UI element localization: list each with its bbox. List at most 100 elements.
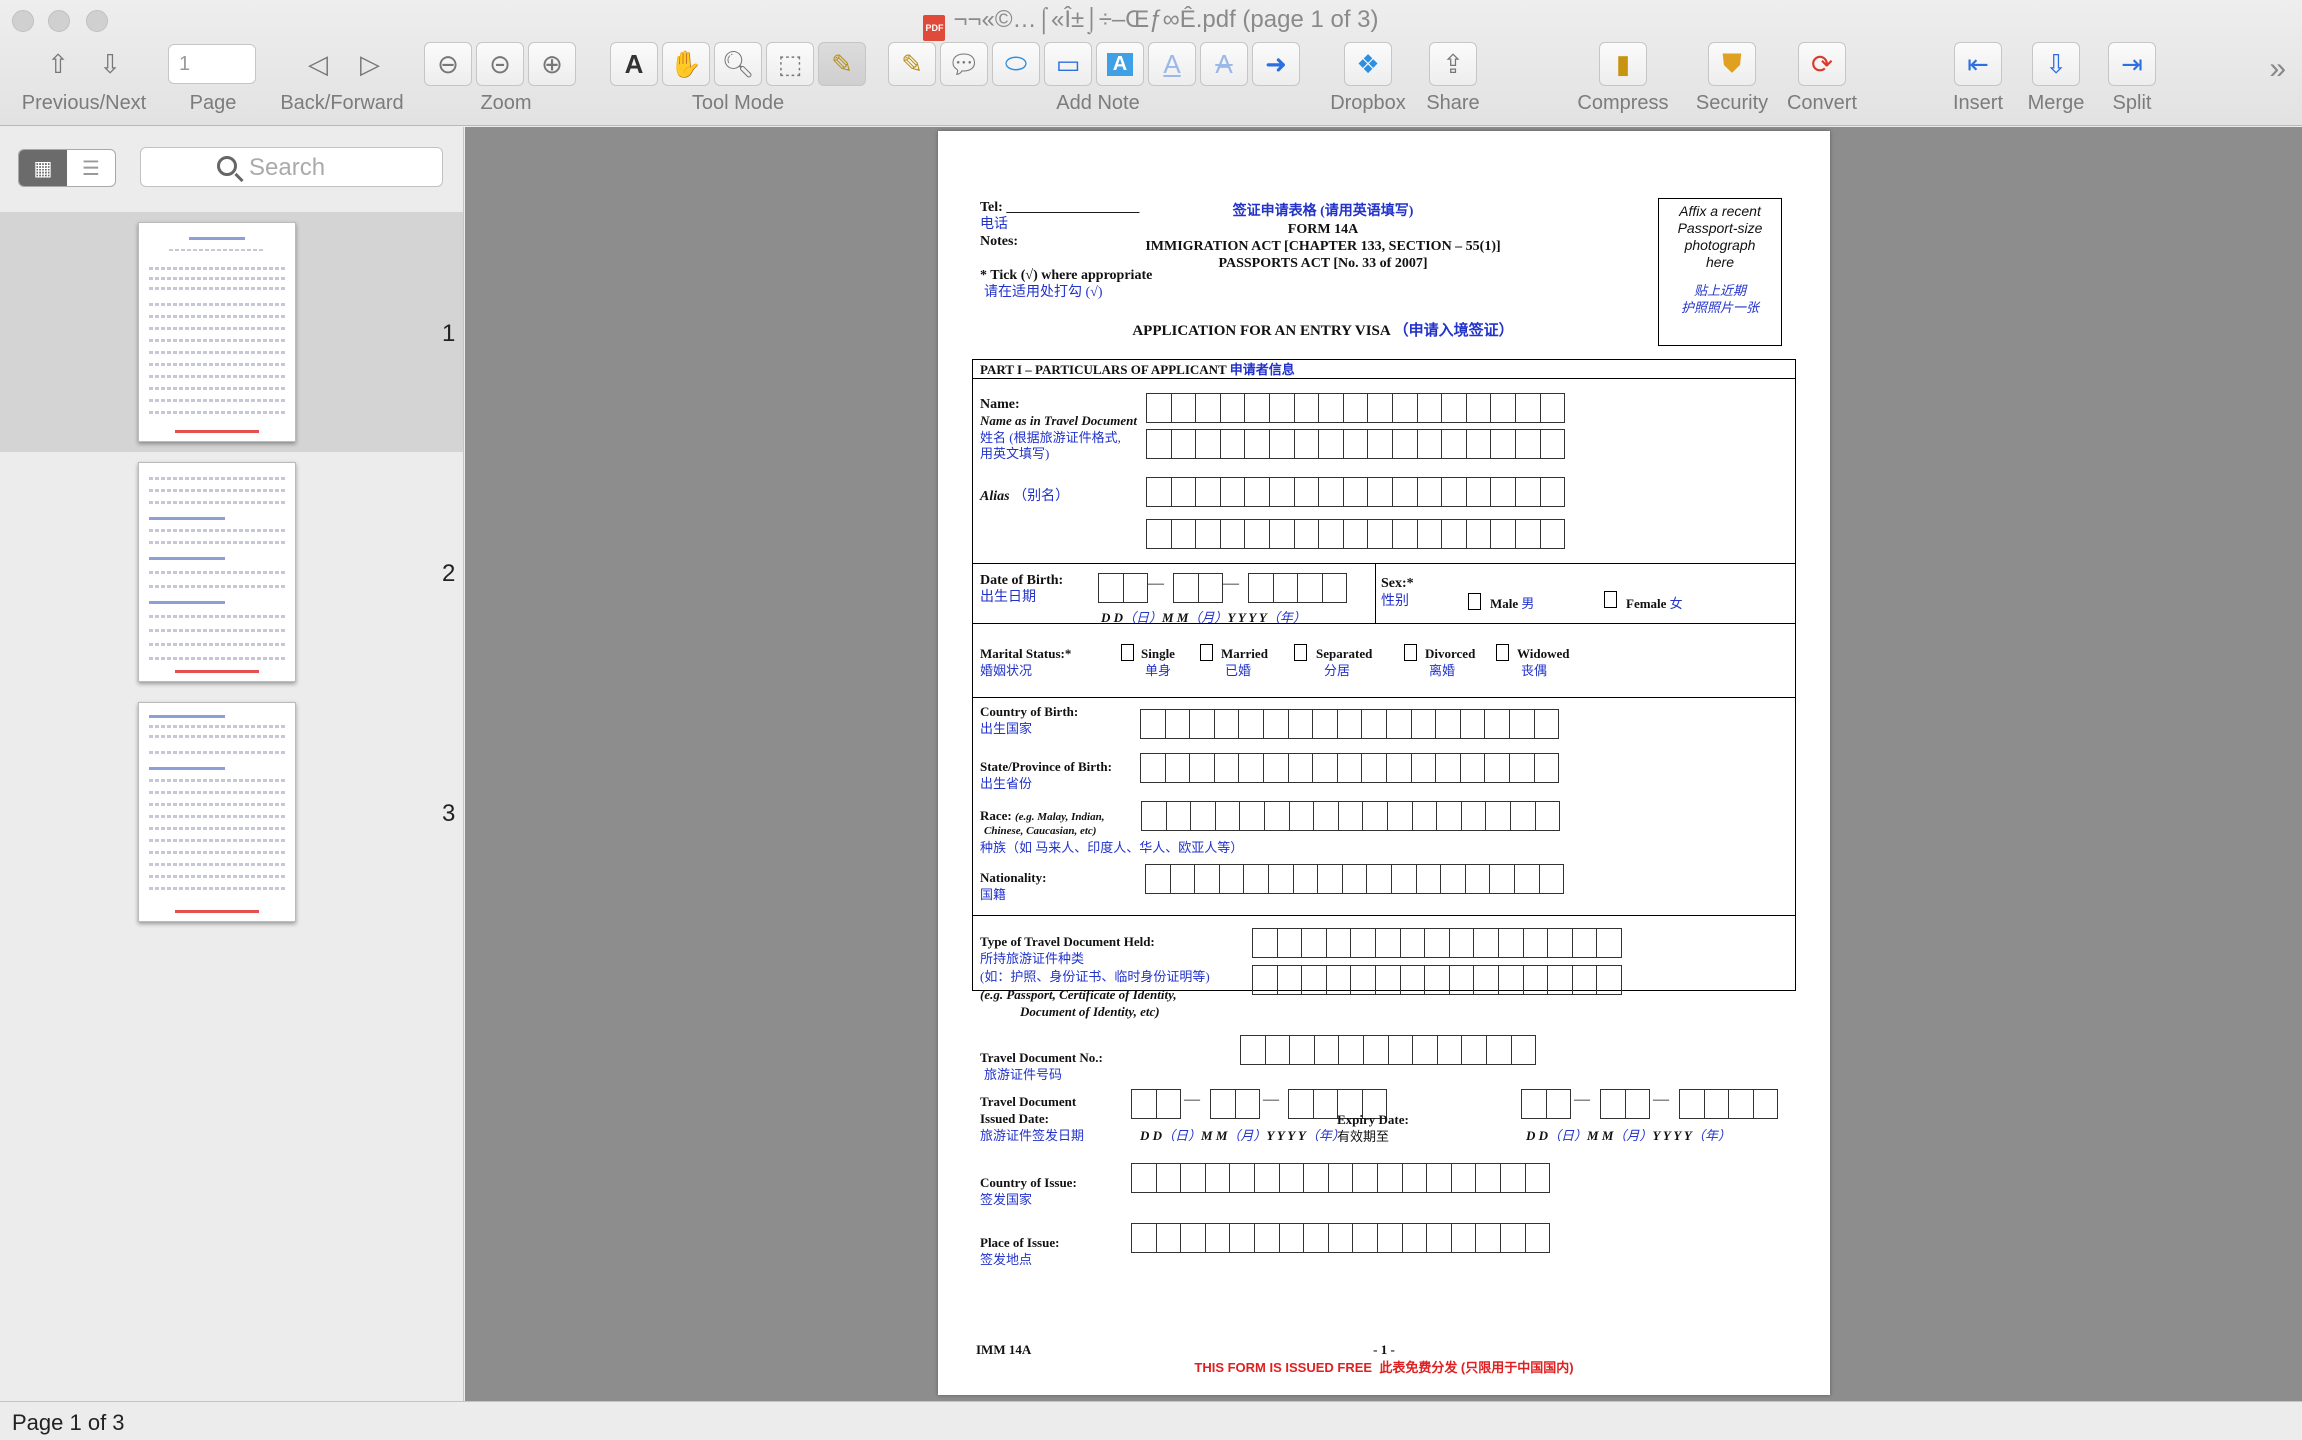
char-box[interactable] — [1415, 864, 1442, 894]
char-box[interactable] — [1131, 1223, 1157, 1253]
char-box[interactable] — [1489, 864, 1515, 894]
char-box[interactable] — [1497, 928, 1524, 958]
char-box[interactable] — [1204, 1163, 1231, 1193]
char-box[interactable] — [1391, 429, 1418, 459]
char-box[interactable] — [1514, 393, 1541, 423]
char-box[interactable] — [1703, 1089, 1730, 1119]
char-box[interactable] — [1252, 965, 1278, 995]
marital-widowed-checkbox[interactable] — [1496, 644, 1509, 661]
merge-button[interactable]: ⇩ — [2032, 42, 2080, 86]
char-box[interactable] — [1239, 801, 1265, 831]
char-box[interactable] — [1361, 709, 1387, 739]
char-box[interactable] — [1367, 429, 1393, 459]
char-box[interactable] — [1521, 1089, 1547, 1119]
char-box[interactable] — [1341, 864, 1368, 894]
char-box[interactable] — [1728, 1089, 1754, 1119]
char-box[interactable] — [1122, 573, 1149, 603]
char-box[interactable] — [1262, 753, 1289, 783]
char-box[interactable] — [1522, 928, 1549, 958]
outline-view-button[interactable]: ☰ — [67, 150, 115, 186]
char-box[interactable] — [1155, 1163, 1182, 1193]
char-box[interactable] — [1401, 1163, 1428, 1193]
char-box[interactable] — [1350, 928, 1376, 958]
char-box[interactable] — [1244, 429, 1270, 459]
char-box[interactable] — [1436, 801, 1462, 831]
marital-divorced-checkbox[interactable] — [1404, 644, 1417, 661]
female-checkbox[interactable] — [1604, 591, 1617, 608]
char-box[interactable] — [1338, 1035, 1364, 1065]
char-box[interactable] — [1361, 753, 1387, 783]
char-box[interactable] — [1173, 573, 1199, 603]
char-box[interactable] — [1165, 801, 1192, 831]
char-box[interactable] — [1229, 1163, 1255, 1193]
dob-year-boxes[interactable] — [1248, 573, 1348, 603]
char-box[interactable] — [1276, 928, 1303, 958]
alias-boxes-line2[interactable] — [1146, 519, 1566, 549]
char-box[interactable] — [1514, 519, 1541, 549]
char-box[interactable] — [1367, 393, 1393, 423]
char-box[interactable] — [1485, 1035, 1512, 1065]
char-box[interactable] — [1509, 801, 1536, 831]
char-box[interactable] — [1426, 1223, 1452, 1253]
zoom-in-button[interactable]: ⊕ — [528, 42, 576, 86]
char-box[interactable] — [1416, 429, 1443, 459]
char-box[interactable] — [1313, 1035, 1340, 1065]
char-box[interactable] — [1293, 519, 1320, 549]
char-box[interactable] — [1146, 519, 1172, 549]
alias-boxes-line1[interactable] — [1146, 477, 1566, 507]
char-box[interactable] — [1325, 965, 1352, 995]
char-box[interactable] — [1214, 801, 1241, 831]
char-box[interactable] — [1448, 965, 1475, 995]
char-box[interactable] — [1352, 1163, 1378, 1193]
char-box[interactable] — [1465, 477, 1492, 507]
char-box[interactable] — [1399, 965, 1426, 995]
toolbar-overflow-chevron-icon[interactable]: » — [2269, 52, 2286, 86]
back-button[interactable]: ◁ — [294, 42, 342, 86]
char-box[interactable] — [1293, 429, 1320, 459]
char-box[interactable] — [1547, 965, 1573, 995]
char-box[interactable] — [1490, 519, 1516, 549]
char-box[interactable] — [1508, 709, 1535, 739]
char-box[interactable] — [1170, 393, 1197, 423]
char-box[interactable] — [1213, 753, 1240, 783]
char-box[interactable] — [1475, 1163, 1501, 1193]
char-box[interactable] — [1293, 477, 1320, 507]
place-of-issue-boxes[interactable] — [1131, 1223, 1551, 1253]
comment-button[interactable]: 💬︎ — [940, 42, 988, 86]
char-box[interactable] — [1155, 1089, 1182, 1119]
char-box[interactable] — [1440, 864, 1466, 894]
char-box[interactable] — [1539, 393, 1566, 423]
char-box[interactable] — [1252, 928, 1278, 958]
char-box[interactable] — [1268, 477, 1295, 507]
char-box[interactable] — [1293, 393, 1320, 423]
char-box[interactable] — [1190, 801, 1216, 831]
expiry-year-boxes[interactable] — [1679, 1089, 1779, 1119]
char-box[interactable] — [1146, 393, 1172, 423]
char-box[interactable] — [1497, 965, 1524, 995]
char-box[interactable] — [1325, 928, 1352, 958]
next-page-button[interactable]: ⇩ — [86, 42, 134, 86]
char-box[interactable] — [1313, 801, 1339, 831]
char-box[interactable] — [1253, 1163, 1280, 1193]
char-box[interactable] — [1435, 753, 1461, 783]
country-of-birth-boxes[interactable] — [1140, 709, 1560, 739]
char-box[interactable] — [1195, 519, 1221, 549]
char-box[interactable] — [1426, 1163, 1452, 1193]
char-box[interactable] — [1170, 429, 1197, 459]
char-box[interactable] — [1460, 801, 1487, 831]
char-box[interactable] — [1490, 477, 1516, 507]
oval-button[interactable]: ⬭ — [992, 42, 1040, 86]
char-box[interactable] — [1461, 1035, 1487, 1065]
char-box[interactable] — [1146, 429, 1172, 459]
char-box[interactable] — [1752, 1089, 1779, 1119]
text-select-tool-button[interactable]: A — [610, 42, 658, 86]
char-box[interactable] — [1412, 1035, 1438, 1065]
char-box[interactable] — [1180, 1163, 1206, 1193]
marital-single-checkbox[interactable] — [1121, 644, 1134, 661]
text-box-button[interactable]: A — [1096, 42, 1144, 86]
char-box[interactable] — [1465, 429, 1492, 459]
char-box[interactable] — [1229, 1223, 1255, 1253]
char-box[interactable] — [1367, 519, 1393, 549]
char-box[interactable] — [1374, 928, 1401, 958]
issued-day-boxes[interactable] — [1131, 1089, 1182, 1119]
